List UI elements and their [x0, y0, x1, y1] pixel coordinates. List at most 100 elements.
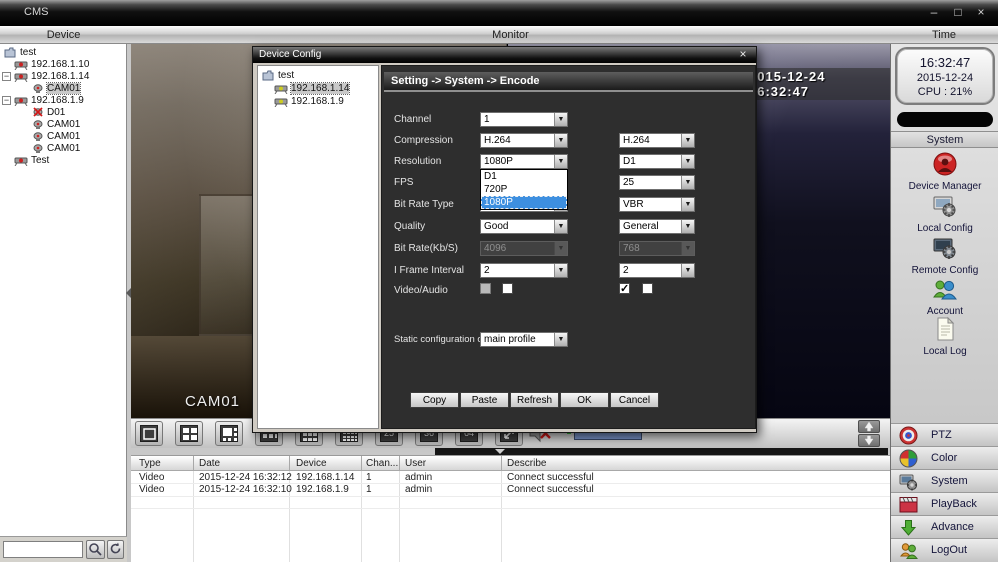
device-icon	[14, 155, 28, 166]
channel-select[interactable]: 1▼	[480, 112, 568, 127]
quality-label: Quality	[394, 221, 425, 232]
audio-checkbox-main[interactable]	[502, 283, 513, 294]
page-up-button[interactable]	[858, 420, 880, 433]
local-log-icon	[932, 316, 958, 342]
settings-breadcrumb: Setting -> System -> Encode	[384, 72, 753, 92]
log-col-describe: Describe	[507, 458, 546, 469]
audio-checkbox-sub[interactable]	[642, 283, 653, 294]
bit-rate-type-select-sub[interactable]: VBR▼	[619, 197, 695, 212]
i-frame-select[interactable]: 2▼	[480, 263, 568, 278]
logout-button[interactable]: LogOut	[891, 538, 998, 562]
resolution-select[interactable]: 1080P▼	[480, 154, 568, 169]
device-icon	[14, 59, 28, 70]
sidebar-item-local-log[interactable]: Local Log	[891, 316, 998, 357]
system-button[interactable]: System	[891, 469, 998, 492]
dropdown-option[interactable]: 720P	[481, 183, 567, 196]
chevron-down-icon: ▼	[554, 155, 567, 168]
splitter-collapse-bar[interactable]	[435, 448, 888, 455]
sidebar-item-local-config[interactable]: Local Config	[891, 193, 998, 234]
refresh-button[interactable]: Refresh	[510, 392, 559, 408]
status-bar-pill	[897, 112, 993, 127]
i-frame-select-sub[interactable]: 2▼	[619, 263, 695, 278]
sidebar-item-account[interactable]: Account	[891, 276, 998, 317]
minimize-icon[interactable]: –	[924, 5, 944, 20]
device-icon	[14, 71, 28, 82]
event-log-table: Type Date Device Chan... User Describe V…	[131, 455, 890, 562]
resolution-select-sub[interactable]: D1▼	[619, 154, 695, 169]
refresh-button[interactable]	[107, 540, 124, 559]
chevron-down-icon: ▼	[681, 134, 694, 147]
dialog-title: Device Config	[259, 49, 321, 60]
bit-rate-select-sub: 768▼	[619, 241, 695, 256]
bit-rate-label: Bit Rate(Kb/S)	[394, 243, 458, 254]
dialog-close-icon[interactable]: ×	[735, 48, 751, 62]
i-frame-label: I Frame Interval	[394, 265, 464, 276]
clock-display: 16:32:47 2015-12-24 CPU : 21%	[895, 47, 995, 105]
chevron-down-icon: ▼	[681, 198, 694, 211]
dropdown-option-selected[interactable]: 1080P	[481, 196, 567, 209]
compression-select-sub[interactable]: H.264▼	[619, 133, 695, 148]
device-config-dialog: Device Config × test 192.168.1.14 192.16…	[252, 46, 757, 433]
quality-select-sub[interactable]: General▼	[619, 219, 695, 234]
chevron-down-icon: ▼	[554, 134, 567, 147]
static-config-select[interactable]: main profile▼	[480, 332, 568, 347]
chevron-down-icon: ▼	[681, 176, 694, 189]
log-col-device: Device	[296, 458, 327, 469]
copy-button[interactable]: Copy	[410, 392, 459, 408]
split-1-button[interactable]	[135, 421, 163, 446]
paste-button[interactable]: Paste	[460, 392, 509, 408]
channel-label: Channel	[394, 114, 431, 125]
resolution-label: Resolution	[394, 156, 441, 167]
static-config-label: Static configuration of	[394, 334, 485, 345]
quality-select[interactable]: Good▼	[480, 219, 568, 234]
chevron-down-icon: ▼	[554, 264, 567, 277]
folder-icon	[262, 70, 274, 81]
account-icon	[932, 276, 958, 302]
split-8-button[interactable]	[215, 421, 243, 446]
video-checkbox-sub[interactable]	[619, 283, 630, 294]
playback-button[interactable]: PlayBack	[891, 492, 998, 515]
tab-device[interactable]: Device	[0, 29, 127, 41]
video-checkbox-main[interactable]	[480, 283, 491, 294]
refresh-icon	[109, 542, 122, 555]
close-icon[interactable]: ×	[971, 5, 991, 20]
dropdown-option[interactable]: D1	[481, 170, 567, 183]
logout-icon	[899, 541, 918, 560]
page-down-button[interactable]	[858, 434, 880, 447]
sidebar-item-remote-config[interactable]: Remote Config	[891, 235, 998, 276]
log-row[interactable]: Video 2015-12-24 16:32:10 192.168.1.9 1 …	[131, 484, 890, 496]
system-panel-header: System	[891, 131, 998, 148]
ptz-button[interactable]: PTZ	[891, 423, 998, 446]
color-button[interactable]: Color	[891, 446, 998, 469]
chevron-down-icon	[495, 449, 505, 454]
bit-rate-select: 4096▼	[480, 241, 568, 256]
advance-button[interactable]: Advance	[891, 515, 998, 538]
collapse-expander-icon[interactable]: −	[2, 72, 11, 81]
compression-select[interactable]: H.264▼	[480, 133, 568, 148]
tab-monitor[interactable]: Monitor	[131, 29, 890, 41]
sidebar-item-device-manager[interactable]: Device Manager	[891, 151, 998, 192]
chevron-down-icon: ▼	[681, 264, 694, 277]
device-tree-panel: test 192.168.1.10 − 192.168.1.14 CAM01 −…	[0, 44, 127, 562]
right-sidebar: 16:32:47 2015-12-24 CPU : 21% System Dev…	[890, 44, 998, 562]
log-col-date: Date	[199, 458, 220, 469]
color-icon	[899, 449, 918, 468]
panel-collapse-arrow[interactable]	[126, 288, 131, 298]
encode-settings-form: Setting -> System -> Encode Channel Comp…	[381, 65, 756, 429]
search-button[interactable]	[86, 540, 105, 559]
ok-button[interactable]: OK	[560, 392, 609, 408]
split-4-button[interactable]	[175, 421, 203, 446]
fps-select-sub[interactable]: 25▼	[619, 175, 695, 190]
fps-label: FPS	[394, 177, 413, 188]
search-input[interactable]	[3, 541, 83, 558]
tab-time[interactable]: Time	[890, 29, 998, 41]
maximize-icon[interactable]: □	[948, 5, 968, 20]
clock-time: 16:32:47	[897, 55, 993, 70]
collapse-expander-icon[interactable]: −	[2, 96, 11, 105]
folder-icon	[4, 47, 16, 58]
camera-icon	[32, 83, 44, 94]
chevron-down-icon: ▼	[554, 333, 567, 346]
chevron-down-icon: ▼	[681, 155, 694, 168]
compression-label: Compression	[394, 135, 453, 146]
cancel-button[interactable]: Cancel	[610, 392, 659, 408]
